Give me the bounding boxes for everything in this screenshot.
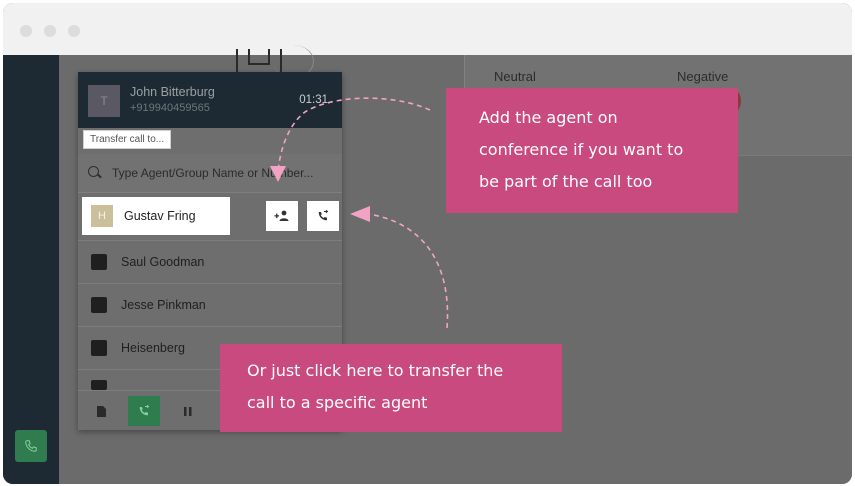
person-add-icon bbox=[274, 210, 289, 221]
zoom-window-button[interactable] bbox=[68, 25, 80, 37]
callout-line: conference if you want to bbox=[479, 140, 684, 159]
close-window-button[interactable] bbox=[20, 25, 32, 37]
hold-button[interactable] bbox=[173, 396, 203, 426]
caller-name: John Bitterburg bbox=[130, 85, 215, 99]
agent-name: Heisenberg bbox=[121, 341, 185, 355]
group-icon bbox=[91, 254, 107, 270]
callout-line: be part of the call too bbox=[479, 172, 653, 191]
transfer-call-button[interactable] bbox=[307, 201, 339, 231]
conference-callout: Add the agent on conference if you want … bbox=[446, 88, 738, 213]
transfer-label: Transfer call to... bbox=[83, 130, 172, 149]
phone-icon bbox=[25, 440, 37, 452]
minimize-window-button[interactable] bbox=[44, 25, 56, 37]
add-to-conference-button[interactable] bbox=[266, 201, 298, 231]
phone-transfer-icon bbox=[318, 210, 329, 221]
group-icon bbox=[91, 340, 107, 356]
transfer-callout: Or just click here to transfer the call … bbox=[220, 344, 562, 432]
transfer-call-footer-button[interactable] bbox=[128, 396, 160, 426]
caller-avatar: T bbox=[88, 85, 120, 117]
pause-icon bbox=[184, 406, 192, 416]
sentiment-neutral-label: Neutral bbox=[494, 69, 536, 84]
title-bar bbox=[3, 3, 852, 55]
callout-line: call to a specific agent bbox=[247, 393, 428, 412]
list-item[interactable]: Saul Goodman bbox=[78, 240, 342, 283]
notes-button[interactable] bbox=[86, 396, 116, 426]
callout-line: Or just click here to transfer the bbox=[247, 361, 504, 380]
call-timer: 01:31 bbox=[299, 94, 328, 106]
agent-name: Jesse Pinkman bbox=[121, 298, 206, 312]
agent-row-highlighted[interactable]: H Gustav Fring bbox=[82, 197, 230, 235]
group-icon bbox=[91, 380, 107, 390]
agent-name: Saul Goodman bbox=[121, 255, 205, 269]
list-item[interactable]: Jesse Pinkman bbox=[78, 283, 342, 326]
search-icon bbox=[88, 166, 99, 177]
agent-search-row bbox=[78, 154, 342, 193]
agent-name: Gustav Fring bbox=[124, 209, 196, 223]
caller-phone: +919940459565 bbox=[130, 102, 210, 114]
notes-icon bbox=[96, 405, 106, 417]
transfer-phone-icon bbox=[139, 405, 150, 416]
call-button[interactable] bbox=[15, 430, 47, 462]
sentiment-negative-label: Negative bbox=[677, 69, 729, 84]
caller-header: T John Bitterburg +919940459565 01:31 bbox=[78, 72, 342, 128]
agent-avatar: H bbox=[91, 205, 113, 227]
group-icon bbox=[91, 297, 107, 313]
agent-search-input[interactable] bbox=[112, 164, 334, 182]
left-rail bbox=[3, 55, 59, 484]
callout-line: Add the agent on bbox=[479, 108, 618, 127]
